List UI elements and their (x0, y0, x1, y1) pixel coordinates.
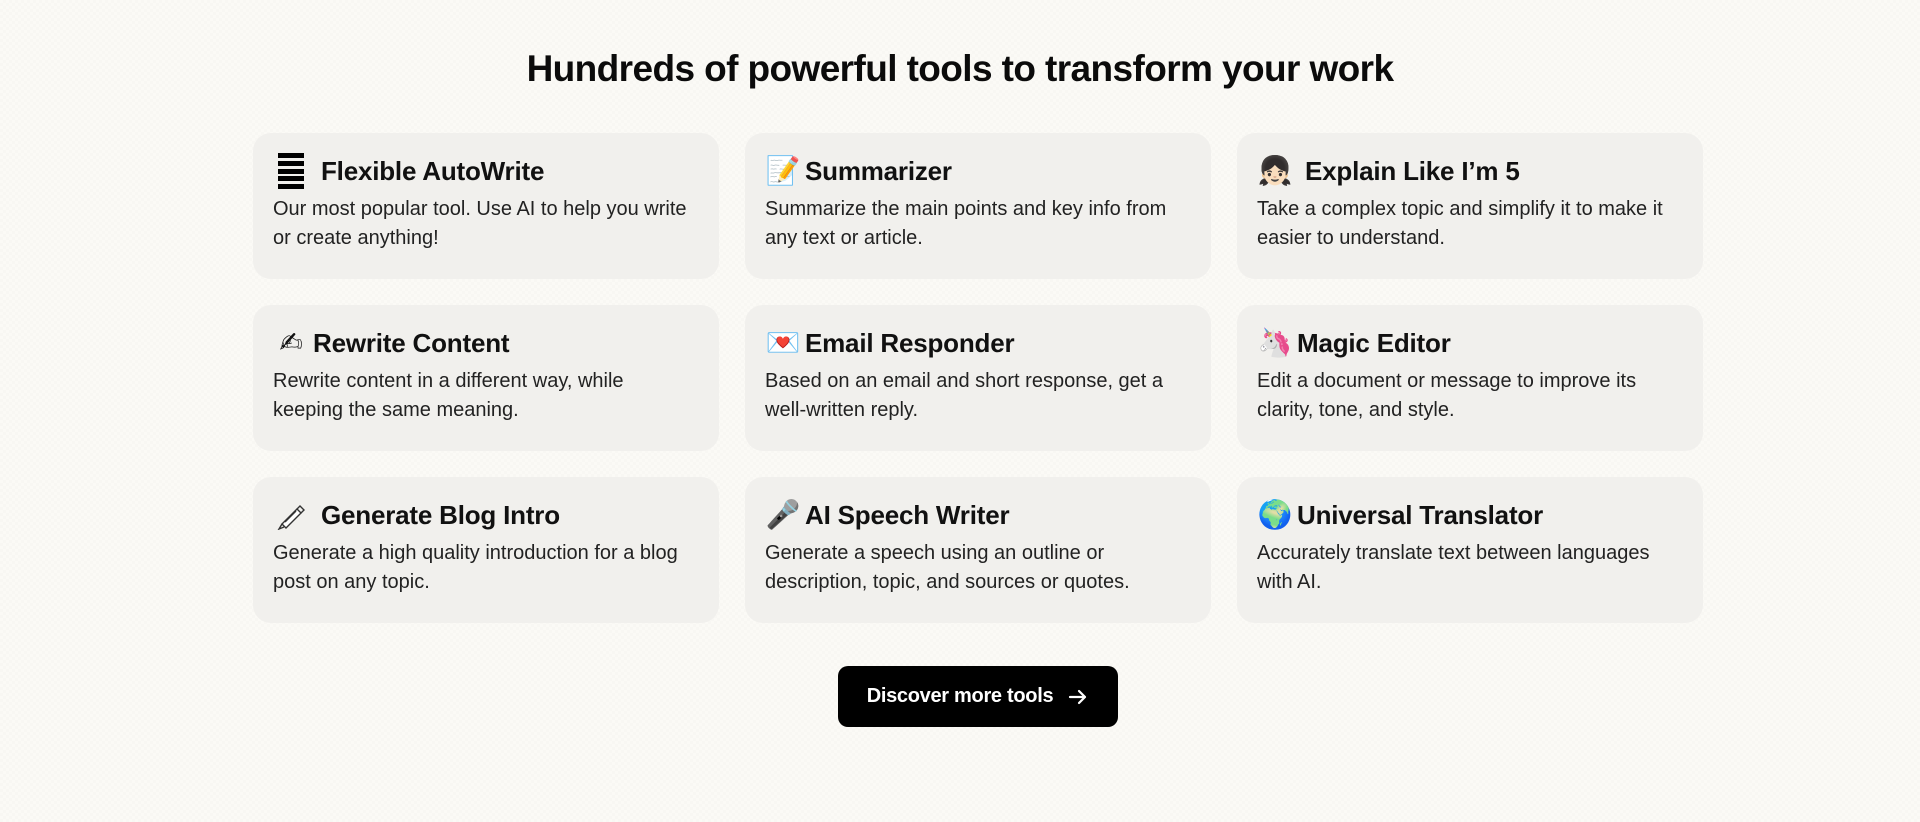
pen-icon (273, 497, 309, 533)
love-letter-icon: 💌 (765, 326, 801, 359)
tool-card-title: AI Speech Writer (805, 499, 1010, 530)
tool-card-title-row: 🎤 AI Speech Writer (765, 495, 1191, 535)
tool-card-title-row: 🌍 Universal Translator (1257, 495, 1683, 535)
section-heading: Hundreds of powerful tools to transform … (526, 48, 1394, 89)
discover-more-tools-label: Discover more tools (866, 685, 1054, 707)
tool-card-flexible-autowrite[interactable]: Flexible AutoWrite Our most popular tool… (253, 133, 719, 279)
tool-card-title-row: 📝 Summarizer (765, 151, 1191, 191)
tool-card-title-row: Generate Blog Intro (273, 495, 699, 535)
unicorn-icon: 🦄 (1257, 326, 1293, 359)
tool-card-title-row: 👧🏻 Explain Like I’m 5 (1257, 151, 1683, 191)
tool-card-description: Take a complex topic and simplify it to … (1257, 198, 1663, 249)
tool-card-description: Generate a high quality introduction for… (273, 542, 678, 593)
tool-card-ai-speech-writer[interactable]: 🎤 AI Speech Writer Generate a speech usi… (745, 477, 1211, 623)
tool-card-title-row: 💌 Email Responder (765, 323, 1191, 363)
tool-card-title-row: ✍ Rewrite Content (273, 323, 699, 363)
tool-card-title: Magic Editor (1297, 327, 1451, 358)
tool-card-title: Universal Translator (1297, 499, 1543, 530)
tool-card-title-row: Flexible AutoWrite (273, 151, 699, 191)
tool-card-rewrite-content[interactable]: ✍ Rewrite Content Rewrite content in a d… (253, 305, 719, 451)
tool-card-description: Summarize the main points and key info f… (765, 198, 1167, 249)
tool-card-description: Generate a speech using an outline or de… (765, 542, 1130, 593)
microphone-icon: 🎤 (765, 498, 801, 531)
globe-icon: 🌍 (1257, 498, 1293, 531)
tools-grid: Flexible AutoWrite Our most popular tool… (253, 133, 1703, 623)
tool-card-description: Our most popular tool. Use AI to help yo… (273, 198, 687, 249)
tool-card-title: Explain Like I’m 5 (1305, 155, 1520, 186)
tool-card-explain-like-im-5[interactable]: 👧🏻 Explain Like I’m 5 Take a complex top… (1237, 133, 1703, 279)
tool-card-magic-editor[interactable]: 🦄 Magic Editor Edit a document or messag… (1237, 305, 1703, 451)
tool-card-title: Email Responder (805, 327, 1015, 358)
bars-icon (273, 153, 309, 189)
discover-more-tools-button[interactable]: Discover more tools (838, 666, 1118, 727)
tool-card-summarizer[interactable]: 📝 Summarizer Summarize the main points a… (745, 133, 1211, 279)
tool-card-generate-blog-intro[interactable]: Generate Blog Intro Generate a high qual… (253, 477, 719, 623)
girl-icon: 👧🏻 (1257, 154, 1293, 187)
writing-hand-icon: ✍ (279, 326, 303, 359)
tool-card-title-row: 🦄 Magic Editor (1257, 323, 1683, 363)
tool-card-description: Accurately translate text between langua… (1257, 542, 1650, 593)
tool-card-email-responder[interactable]: 💌 Email Responder Based on an email and … (745, 305, 1211, 451)
tool-card-description: Edit a document or message to improve it… (1257, 370, 1637, 421)
tool-card-description: Rewrite content in a different way, whil… (273, 370, 624, 421)
arrow-right-icon (1067, 686, 1089, 708)
tool-card-title: Rewrite Content (313, 327, 510, 358)
tool-card-title: Flexible AutoWrite (321, 155, 545, 186)
tool-card-title: Summarizer (805, 155, 952, 186)
tool-card-description: Based on an email and short response, ge… (765, 370, 1164, 421)
memo-icon: 📝 (765, 154, 801, 187)
tool-card-universal-translator[interactable]: 🌍 Universal Translator Accurately transl… (1237, 477, 1703, 623)
tool-card-title: Generate Blog Intro (321, 499, 560, 530)
